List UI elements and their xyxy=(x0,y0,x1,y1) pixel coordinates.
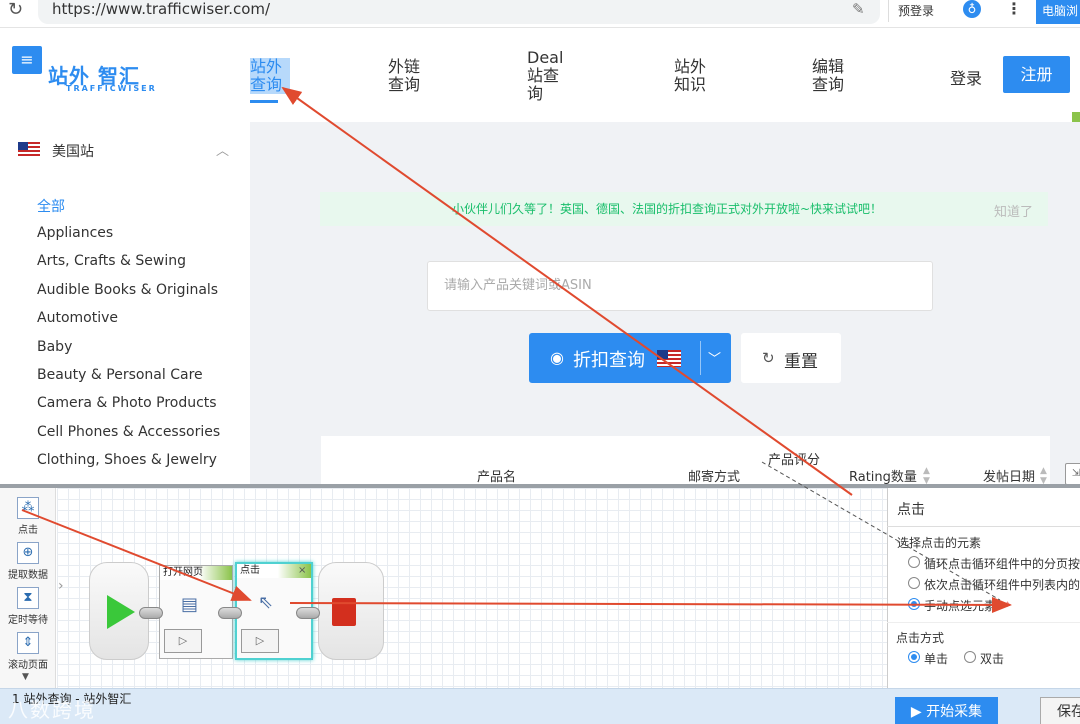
site-selector[interactable]: 美国站 xyxy=(52,141,94,161)
flow-connector xyxy=(296,607,320,619)
nav-offsite-query[interactable]: 站外 查询 xyxy=(250,58,290,94)
chevron-down-icon[interactable]: ﹀ xyxy=(708,348,721,367)
tool-label: 提取数据 xyxy=(8,570,48,581)
pc-browser-button[interactable]: 电脑浏 xyxy=(1036,0,1080,24)
column-post-date[interactable]: 发帖日期 xyxy=(983,466,1035,485)
radio-single-click[interactable] xyxy=(908,651,920,663)
watermark-text: 八数跨境 xyxy=(8,698,96,722)
extract-data-icon: ⊕ xyxy=(17,542,39,564)
column-rating-count[interactable]: Rating数量 xyxy=(849,466,917,485)
nav-active-indicator xyxy=(250,100,278,103)
tool-click[interactable]: ⁂ 点击 xyxy=(2,497,54,536)
hourglass-icon: ⧗ xyxy=(17,587,39,609)
toolbar-more-icon[interactable]: ▼ xyxy=(22,672,29,682)
click-mode-label: 点击方式 xyxy=(896,631,945,645)
radio-loop-pagination[interactable] xyxy=(908,556,920,568)
category-item[interactable]: Automotive xyxy=(37,310,118,326)
menu-icon[interactable]: ≡ xyxy=(12,46,42,74)
sort-icon[interactable]: ▲ ▼ xyxy=(923,466,930,486)
radio-manual-select[interactable] xyxy=(908,598,920,610)
edit-icon[interactable]: ✎ xyxy=(852,0,865,18)
category-item[interactable]: Audible Books & Originals xyxy=(37,282,218,298)
register-button[interactable]: 注册 xyxy=(1003,56,1070,93)
chevron-right-icon[interactable]: › xyxy=(58,578,64,594)
category-item[interactable]: Clothing, Shoes & Jewelry xyxy=(37,452,217,468)
search-input[interactable]: 请输入产品关键词或ASIN xyxy=(427,261,933,311)
start-play-icon[interactable] xyxy=(107,595,135,629)
target-icon[interactable]: ⌖ xyxy=(1004,597,1011,612)
column-settings-icon[interactable]: ⇲ xyxy=(1065,463,1080,485)
category-item[interactable]: Arts, Crafts & Sewing xyxy=(37,253,186,269)
column-shipping: 邮寄方式 xyxy=(688,470,741,485)
us-flag-icon xyxy=(657,350,681,367)
tool-timed-wait[interactable]: ⧗ 定时等待 xyxy=(2,587,54,626)
category-item[interactable]: Camera & Photo Products xyxy=(37,395,217,411)
radio-double-click[interactable] xyxy=(964,651,976,663)
discount-search-label: 折扣查询 xyxy=(573,350,645,371)
category-item[interactable]: Beauty & Personal Care xyxy=(37,367,203,383)
flow-connector xyxy=(139,607,163,619)
radio-loop-list[interactable] xyxy=(908,577,920,589)
chevron-up-icon[interactable]: ︿ xyxy=(216,140,229,159)
tool-label: 点击 xyxy=(18,525,38,536)
select-element-label: 选择点击的元素 xyxy=(897,536,982,550)
divider xyxy=(887,526,1080,527)
eye-icon: ◉ xyxy=(550,348,564,367)
tool-extract-data[interactable]: ⊕ 提取数据 xyxy=(2,542,54,581)
nav-offsite-knowledge[interactable]: 站外 知识 xyxy=(674,58,714,94)
node-close-icon[interactable]: × xyxy=(298,565,306,576)
option-label[interactable]: 循环点击循环组件中的分页按钮 xyxy=(924,555,1080,572)
tool-scroll-page[interactable]: ⇕ 滚动页面 xyxy=(2,632,54,671)
flow-connector xyxy=(218,607,242,619)
divider xyxy=(887,622,1080,623)
prelogin-button[interactable]: 预登录 xyxy=(898,2,934,19)
node-run-button[interactable]: ▷ xyxy=(241,629,279,653)
sort-icon[interactable]: ▲ ▼ xyxy=(1040,466,1047,486)
more-menu-icon[interactable]: ⋮ xyxy=(1006,0,1022,18)
logo-subtitle: TRAFFICWISER xyxy=(66,84,157,93)
save-button[interactable]: 保存 xyxy=(1040,697,1080,724)
column-product-name: 产品名 xyxy=(477,470,517,485)
stop-icon xyxy=(332,598,356,626)
option-label[interactable]: 依次点击循环组件中列表内的元素 xyxy=(924,576,1080,593)
option-label[interactable]: 手动点选元素 xyxy=(924,597,996,614)
webpage-icon: ▤ xyxy=(181,594,199,615)
login-link[interactable]: 登录 xyxy=(950,65,982,89)
tool-label: 滚动页面 xyxy=(8,660,48,671)
url-text[interactable]: https://www.trafficwiser.com/ xyxy=(52,0,270,18)
cursor-click-icon: ⇖ xyxy=(258,592,274,613)
column-rating: 产品评分 xyxy=(768,453,821,468)
category-item[interactable]: Cell Phones & Accessories xyxy=(37,424,220,440)
results-table-header xyxy=(321,436,1050,484)
refresh-icon: ↻ xyxy=(762,349,775,367)
toolbar-divider xyxy=(888,0,889,22)
settings-title: 点击 xyxy=(897,502,925,518)
scroll-icon: ⇕ xyxy=(17,632,39,654)
click-tool-icon: ⁂ xyxy=(17,497,39,519)
tool-label: 定时等待 xyxy=(8,615,48,626)
nav-backlink-query[interactable]: 外链 查询 xyxy=(388,58,428,94)
reset-label: 重置 xyxy=(784,352,818,372)
button-divider xyxy=(700,341,701,375)
category-item[interactable]: Appliances xyxy=(37,225,113,241)
reload-icon[interactable]: ↻ xyxy=(8,0,28,20)
node-run-button[interactable]: ▷ xyxy=(164,629,202,653)
us-flag-icon xyxy=(18,142,40,157)
notice-text: 小伙伴儿们久等了！英国、德国、法国的折扣查询正式对外开放啦~快来试试吧！ xyxy=(452,202,883,216)
click-mode-option[interactable]: 双击 xyxy=(980,650,1004,667)
node-title: 打开网页 xyxy=(160,566,232,580)
category-item[interactable]: 全部 xyxy=(37,196,65,216)
start-collect-button[interactable]: ▶ 开始采集 xyxy=(895,697,998,724)
nav-editor-query[interactable]: 编辑 查询 xyxy=(812,58,852,94)
notice-dismiss-button[interactable]: 知道了 xyxy=(994,201,1033,220)
category-item[interactable]: Baby xyxy=(37,339,72,355)
start-collect-label: 开始采集 xyxy=(926,704,983,720)
click-mode-option[interactable]: 单击 xyxy=(924,650,948,667)
account-icon[interactable]: ♁ xyxy=(963,0,981,18)
nav-deal-site-query[interactable]: Deal 站查 询 xyxy=(527,49,567,103)
